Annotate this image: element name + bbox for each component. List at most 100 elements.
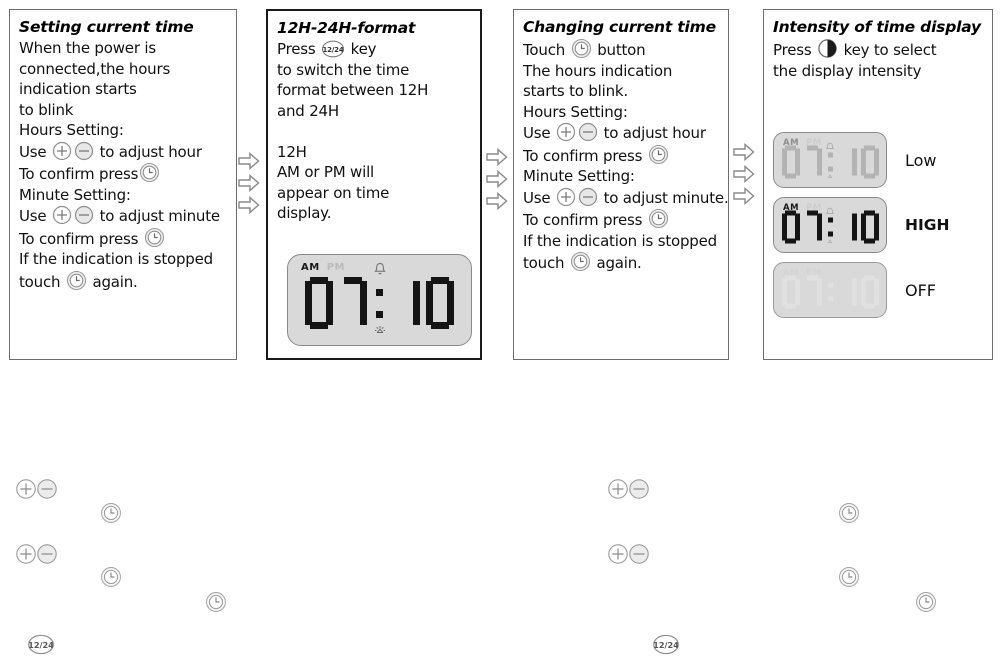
intensity-row-high[interactable]: AM PM HIGH bbox=[773, 197, 949, 253]
clock-key-icon[interactable] bbox=[100, 566, 122, 588]
panel-title: 12H-24H-format bbox=[277, 19, 416, 37]
body-line: starts to blink. bbox=[523, 82, 628, 100]
arrow-right-icon bbox=[733, 187, 755, 205]
colon-separator bbox=[826, 276, 835, 309]
body-line: To confirm press bbox=[19, 162, 230, 185]
pm-label: PM bbox=[326, 262, 345, 273]
clock-key-icon[interactable] bbox=[838, 566, 860, 588]
body-line: If the indication is stopped bbox=[19, 250, 213, 268]
body-line: Use to adjust minute. bbox=[523, 187, 729, 209]
body-line: Press 12/24 key bbox=[277, 39, 474, 60]
digit-0 bbox=[781, 210, 800, 244]
line-text: key bbox=[346, 40, 377, 58]
body-line: To confirm press bbox=[523, 208, 722, 231]
arrow-right-icon bbox=[486, 170, 508, 188]
panel-body: When the power is connected,the hours in… bbox=[19, 38, 230, 292]
line-text: again. bbox=[591, 254, 642, 272]
digit-3 bbox=[860, 145, 879, 179]
digit-3 bbox=[860, 210, 879, 244]
line-text: Use bbox=[19, 207, 51, 225]
intensity-level-list: AM PM Low AM PM HIGH AM PM OFF bbox=[773, 132, 949, 318]
body-line: If the indication is stopped bbox=[523, 231, 717, 250]
sun-icon bbox=[825, 165, 835, 184]
body-line: to blink bbox=[19, 100, 74, 119]
digit-3 bbox=[860, 275, 879, 309]
digit-3 bbox=[426, 277, 454, 329]
intensity-row-off[interactable]: AM PM OFF bbox=[773, 262, 949, 318]
intensity-key-icon[interactable] bbox=[817, 38, 838, 59]
body-line: 12H bbox=[277, 142, 307, 161]
clock-key-icon[interactable] bbox=[648, 208, 669, 229]
plus-key-icon[interactable] bbox=[52, 205, 72, 225]
line-text: to adjust minute. bbox=[599, 188, 729, 207]
digit-2 bbox=[839, 146, 857, 179]
line-text: Use bbox=[19, 142, 51, 161]
clock-key-icon[interactable] bbox=[838, 502, 860, 524]
body-line: Use to adjust minute bbox=[19, 205, 230, 227]
minus-key-icon[interactable] bbox=[578, 122, 598, 142]
time-digits bbox=[774, 275, 886, 309]
body-line: Touch button bbox=[523, 38, 722, 61]
panel-title: Intensity of time display bbox=[773, 18, 981, 36]
panel-12h-24h-format: 12H-24H-format Press 12/24 key to switch… bbox=[266, 9, 482, 360]
twelve-twentyfour-key-icon[interactable]: 12/24 bbox=[27, 634, 55, 655]
body-line: Use to adjust hour bbox=[523, 122, 722, 144]
line-text: again. bbox=[87, 272, 138, 291]
body-line: appear on time bbox=[277, 183, 390, 202]
clock-key-icon[interactable] bbox=[144, 227, 165, 248]
body-line: the display intensity bbox=[773, 61, 922, 80]
body-line: The hours indication bbox=[523, 61, 673, 80]
intensity-row-low[interactable]: AM PM Low bbox=[773, 132, 949, 188]
clock-display-high: AM PM bbox=[773, 197, 887, 253]
clock-key-icon[interactable] bbox=[66, 270, 87, 291]
body-line: to switch the time bbox=[277, 60, 410, 79]
panel-title: Setting current time bbox=[19, 18, 194, 36]
body-line: To confirm press bbox=[523, 144, 722, 167]
line-text: touch bbox=[523, 254, 569, 272]
arrow-right-icon bbox=[238, 152, 260, 170]
minus-key-icon[interactable] bbox=[74, 141, 94, 161]
line-text: Touch bbox=[523, 41, 570, 59]
body-line: When the power is bbox=[19, 39, 156, 57]
twelve-twentyfour-key-icon[interactable]: 12/24 bbox=[321, 40, 345, 58]
minus-key-icon[interactable] bbox=[74, 205, 94, 225]
arrow-right-icon bbox=[238, 196, 260, 214]
clock-key-icon[interactable] bbox=[100, 502, 122, 524]
intensity-label-high: HIGH bbox=[905, 216, 950, 234]
clock-key-icon[interactable] bbox=[139, 162, 160, 183]
plus-minus-pair-icon[interactable] bbox=[14, 543, 62, 565]
body-line: Hours Setting: bbox=[19, 121, 124, 139]
plus-key-icon[interactable] bbox=[556, 122, 576, 142]
panel-body: Press 12/24 key to switch the time forma… bbox=[277, 39, 474, 224]
clock-key-icon[interactable] bbox=[648, 144, 669, 165]
line-text: to adjust minute bbox=[95, 207, 221, 225]
line-text: Press bbox=[277, 40, 321, 58]
clock-key-icon[interactable] bbox=[571, 38, 592, 59]
body-line-spacer bbox=[277, 121, 474, 142]
minus-key-icon[interactable] bbox=[578, 187, 598, 207]
intensity-label-low: Low bbox=[905, 150, 937, 170]
line-text: Use bbox=[523, 188, 555, 207]
clock-display-low: AM PM bbox=[773, 132, 887, 188]
body-line: AM or PM will bbox=[277, 163, 375, 181]
sun-icon bbox=[372, 321, 387, 340]
panel-body: Touch button The hours indication starts… bbox=[523, 38, 729, 274]
arrow-right-icon bbox=[486, 148, 508, 166]
clock-key-icon[interactable] bbox=[205, 591, 227, 613]
line-text: Press bbox=[773, 41, 817, 59]
plus-minus-pair-icon[interactable] bbox=[606, 478, 654, 500]
twelve-twentyfour-key-icon[interactable]: 12/24 bbox=[652, 634, 680, 655]
digit-0 bbox=[305, 277, 333, 329]
plus-minus-pair-icon[interactable] bbox=[606, 543, 654, 565]
plus-minus-pair-icon[interactable] bbox=[14, 478, 62, 500]
plus-key-icon[interactable] bbox=[556, 187, 576, 207]
clock-key-icon[interactable] bbox=[915, 591, 937, 613]
arrow-right-icon bbox=[733, 165, 755, 183]
line-text: To confirm press bbox=[19, 165, 139, 183]
digit-1 bbox=[804, 275, 822, 309]
line-text: button bbox=[592, 41, 646, 59]
line-text: key to select bbox=[839, 41, 937, 59]
clock-key-icon[interactable] bbox=[570, 251, 591, 272]
body-line: touch again. bbox=[523, 251, 722, 274]
plus-key-icon[interactable] bbox=[52, 141, 72, 161]
